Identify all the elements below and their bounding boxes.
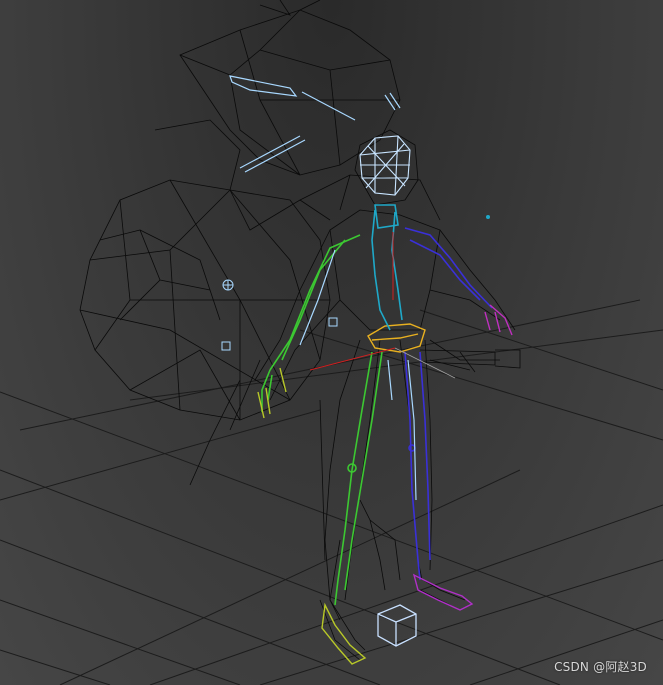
spine-bones[interactable] bbox=[371, 204, 403, 331]
watermark-text: CSDN @阿赵3D bbox=[554, 660, 647, 674]
right-foot-bone[interactable] bbox=[412, 573, 474, 611]
left-arm-chain[interactable] bbox=[261, 234, 361, 412]
left-foot-bone[interactable] bbox=[321, 602, 367, 665]
head-bone[interactable] bbox=[359, 135, 411, 196]
viewport-scene[interactable] bbox=[0, 0, 663, 685]
right-leg-chain[interactable] bbox=[404, 351, 431, 581]
wireframe-mesh-back bbox=[79, 0, 441, 486]
bone-highlights bbox=[229, 75, 417, 501]
3d-viewport[interactable]: CSDN @阿赵3D bbox=[0, 0, 663, 685]
root-helper-box[interactable] bbox=[377, 604, 417, 647]
helper-sphere[interactable] bbox=[222, 279, 234, 291]
right-arm-chain[interactable] bbox=[404, 227, 493, 309]
helper-dot[interactable] bbox=[486, 215, 490, 219]
ground-grid bbox=[0, 299, 663, 685]
left-leg-chain[interactable] bbox=[334, 351, 383, 606]
pelvis-bone[interactable] bbox=[367, 323, 426, 353]
